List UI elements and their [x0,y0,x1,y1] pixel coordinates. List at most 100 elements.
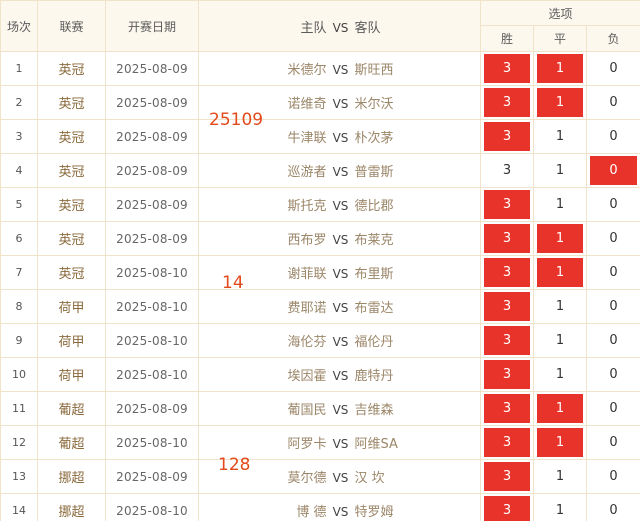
pick-draw[interactable]: 1 [533,153,587,188]
pick-draw[interactable]: 1 [533,289,587,324]
pick-loss[interactable]: 0 [585,153,640,188]
pick-win[interactable]: 3 [480,425,534,460]
row-index: 3 [0,119,38,154]
pick-loss[interactable]: 0 [585,51,640,86]
row-date: 2025-08-10 [105,357,199,392]
pick-win[interactable]: 3 [480,323,534,358]
pick-win[interactable]: 3 [480,153,534,188]
pick-draw[interactable]: 1 [533,425,587,460]
home-team: 巡游者 [287,165,327,180]
vs-label: VS [332,437,349,451]
row-match: 巡游者 VS 普雷斯 [198,153,481,188]
row-league: 英冠 [37,119,106,154]
pick-win[interactable]: 3 [480,493,534,521]
pick-loss[interactable]: 0 [585,459,640,494]
pick-draw-value: 1 [555,503,565,518]
pick-win[interactable]: 3 [480,187,534,222]
away-team: 布雷达 [354,301,394,316]
pick-loss-value: 0 [609,435,618,450]
row-date: 2025-08-09 [105,459,199,494]
pick-loss[interactable]: 0 [585,323,640,358]
pick-win[interactable]: 3 [480,221,534,256]
pick-win-value: 3 [484,122,530,151]
table-row: 4 英冠 2025-08-09 巡游者 VS 普雷斯 3 1 0 [0,153,640,188]
header-draw: 平 [533,25,587,52]
away-team: 德比郡 [354,199,394,214]
pick-win-value: 3 [484,326,530,355]
pick-loss[interactable]: 0 [585,255,640,290]
pick-win[interactable]: 3 [480,289,534,324]
pick-draw[interactable]: 1 [533,221,587,256]
pick-draw[interactable]: 1 [533,391,587,426]
pick-draw[interactable]: 1 [533,51,587,86]
home-team: 葡国民 [287,403,327,418]
vs-label: VS [332,199,349,213]
vs-label: VS [332,97,349,111]
table-row: 12 葡超 2025-08-10 阿罗卡 VS 阿维SA 3 1 0 [0,425,640,460]
pick-loss[interactable]: 0 [585,425,640,460]
pick-loss[interactable]: 0 [585,493,640,521]
home-team: 海伦芬 [287,335,327,350]
pick-win[interactable]: 3 [480,357,534,392]
pick-win[interactable]: 3 [480,459,534,494]
row-match: 海伦芬 VS 福伦丹 [198,323,481,358]
pick-draw[interactable]: 1 [533,255,587,290]
away-team: 斯旺西 [354,63,394,78]
pick-loss[interactable]: 0 [585,391,640,426]
pick-draw-value: 1 [555,163,565,178]
pick-loss-value: 0 [590,156,638,185]
pick-loss[interactable]: 0 [585,289,640,324]
row-league: 挪超 [37,459,106,494]
row-index: 9 [0,323,38,358]
pick-loss[interactable]: 0 [585,187,640,222]
table-row: 14 挪超 2025-08-10 博 德 VS 特罗姆 3 1 0 [0,493,640,521]
pick-draw[interactable]: 1 [533,493,587,521]
away-team: 布莱克 [354,233,394,248]
table-row: 7 英冠 2025-08-10 谢菲联 VS 布里斯 3 1 0 [0,255,640,290]
row-match: 费耶诺 VS 布雷达 [198,289,481,324]
pick-draw[interactable]: 1 [533,85,587,120]
pick-loss[interactable]: 0 [585,357,640,392]
pick-win[interactable]: 3 [480,51,534,86]
pick-loss[interactable]: 0 [585,85,640,120]
pick-draw[interactable]: 1 [533,357,587,392]
match-table: 场次 联赛 开赛日期 主队 VS 客队 选项 胜 平 负 1 英冠 2025-08-09… [0,0,640,521]
vs-label: VS [332,369,349,383]
row-index: 4 [0,153,38,188]
pick-draw[interactable]: 1 [533,323,587,358]
table-row: 10 荷甲 2025-08-10 埃因霍 VS 鹿特丹 3 1 0 [0,357,640,392]
row-league: 英冠 [37,221,106,256]
pick-draw-value: 1 [555,129,565,144]
away-team: 特罗姆 [354,505,394,520]
pick-draw[interactable]: 1 [533,459,587,494]
row-match: 葡国民 VS 吉维森 [198,391,481,426]
row-date: 2025-08-09 [105,85,199,120]
row-date: 2025-08-09 [105,187,199,222]
note-2: 14 [222,273,244,293]
home-team: 博 德 [296,505,327,520]
pick-loss[interactable]: 0 [585,119,640,154]
pick-draw-value: 1 [555,299,565,314]
row-match: 米德尔 VS 斯旺西 [198,51,481,86]
table-body: 1 英冠 2025-08-09 米德尔 VS 斯旺西 3 1 0 2 英冠 2025-08-09 诺维奇… [0,51,640,521]
vs-label: VS [332,505,349,519]
pick-draw-value: 1 [537,88,583,117]
pick-loss-value: 0 [609,231,618,246]
row-match: 博 德 VS 特罗姆 [198,493,481,521]
pick-draw[interactable]: 1 [533,119,587,154]
row-date: 2025-08-09 [105,221,199,256]
vs-label: VS [332,403,349,417]
vs-label: VS [332,267,349,281]
pick-win[interactable]: 3 [480,391,534,426]
pick-win[interactable]: 3 [480,255,534,290]
pick-win-value: 3 [484,190,530,219]
pick-win[interactable]: 3 [480,119,534,154]
pick-loss-value: 0 [609,333,618,348]
pick-loss[interactable]: 0 [585,221,640,256]
pick-win[interactable]: 3 [480,85,534,120]
header-options: 选项 [479,0,640,26]
vs-label: VS [332,335,349,349]
pick-win-value: 3 [484,258,530,287]
pick-draw[interactable]: 1 [533,187,587,222]
row-index: 11 [0,391,38,426]
